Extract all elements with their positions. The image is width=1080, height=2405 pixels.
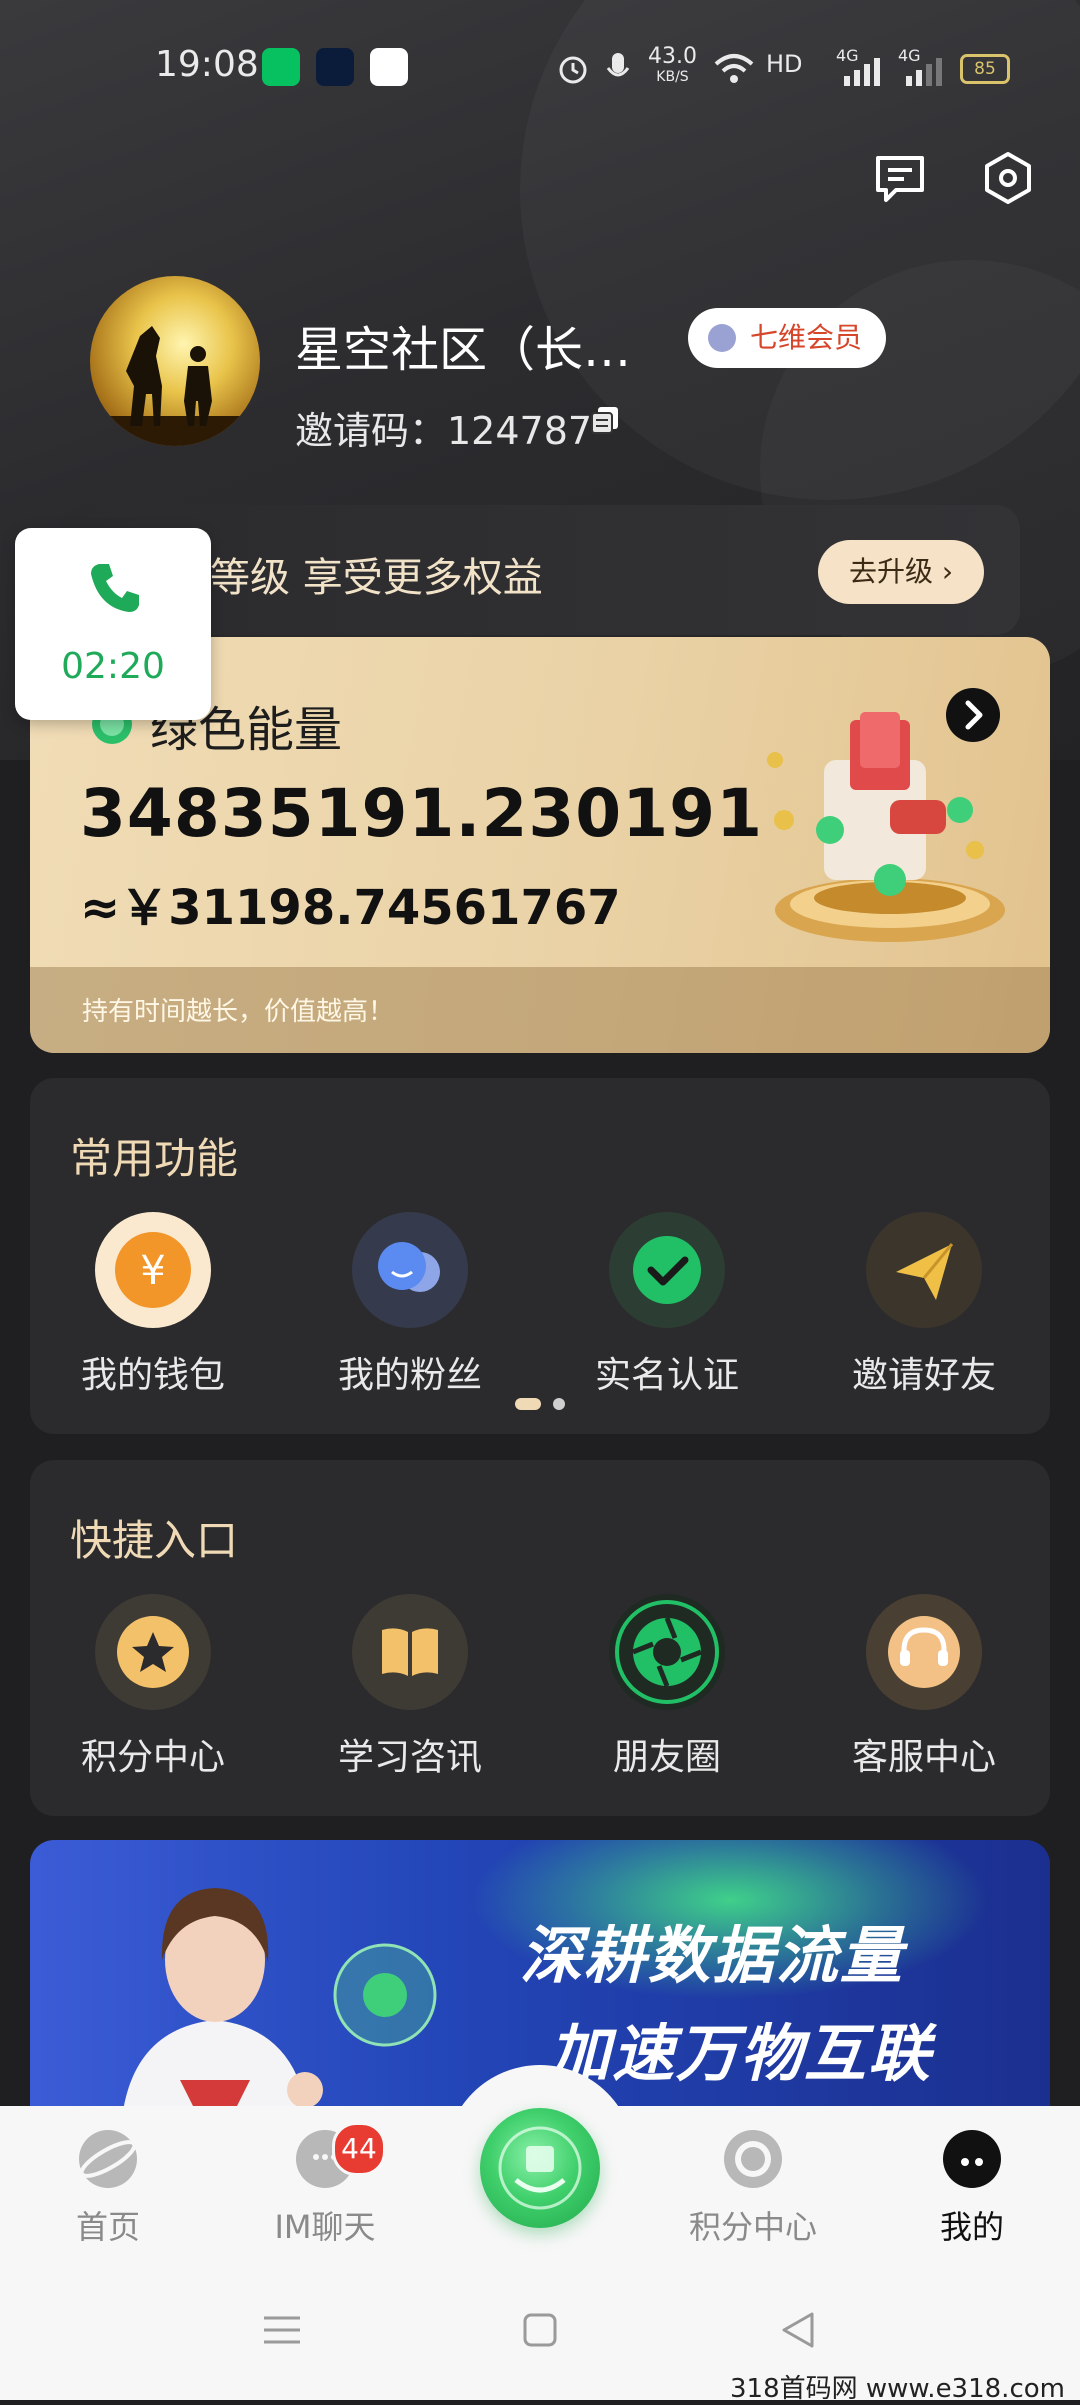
status-bar: 19:08 43.0 KB/S HD 4G 4G 85: [0, 0, 1080, 130]
banner-line-1: 深耕数据流量: [520, 1919, 905, 1992]
feature-label: 邀请好友: [851, 1355, 996, 1396]
svg-text:¥: ¥: [140, 1248, 165, 1294]
hd-indicator: HD: [766, 50, 803, 78]
feature-invite[interactable]: 邀请好友: [824, 1212, 1024, 1398]
username: 星空社区（长…: [295, 322, 632, 378]
tab-label: IM聊天: [274, 2208, 376, 2246]
menu-icon[interactable]: [262, 2312, 302, 2348]
quick-label: 朋友圈: [612, 1737, 721, 1778]
alarm-icon: [559, 56, 587, 84]
copy-icon[interactable]: [590, 405, 620, 435]
energy-footer-text: 持有时间越长，价值越高！: [82, 997, 395, 1027]
invite-code: 邀请码：124787: [295, 409, 593, 453]
quick-learning[interactable]: 学习咨讯: [310, 1594, 510, 1780]
wifi-icon: [714, 54, 754, 83]
signal-2-icon: [906, 58, 942, 86]
tab-profile[interactable]: 我的: [892, 2130, 1052, 2248]
invite-icon: [866, 1212, 982, 1328]
quick-entry-title: 快捷入口: [70, 1516, 239, 1565]
wechat-icon: [262, 48, 300, 86]
qq-icon: [370, 48, 408, 86]
center-app-icon[interactable]: [480, 2108, 600, 2228]
message-icon[interactable]: [872, 150, 928, 206]
net-speed: 43.0 KB/S: [648, 44, 697, 86]
wallet-illustration: [767, 712, 1005, 942]
member-badge[interactable]: 七维会员: [688, 308, 886, 368]
feature-label: 我的粉丝: [337, 1355, 482, 1396]
status-time: 19:08: [155, 44, 259, 85]
book-icon: [352, 1594, 468, 1710]
tab-label: 我的: [939, 2208, 1004, 2246]
quick-label: 客服中心: [851, 1737, 996, 1778]
energy-value: 34835191.230191: [80, 775, 763, 852]
profile-icon: [943, 2130, 1001, 2188]
feature-label: 我的钱包: [80, 1355, 225, 1396]
app-icon: [316, 48, 354, 86]
call-duration: 02:20: [61, 646, 165, 687]
headset-icon: [866, 1594, 982, 1710]
energy-footer: 持有时间越长，价值越高！: [30, 967, 1050, 1053]
battery-indicator: 85: [960, 54, 1010, 84]
tab-home[interactable]: 首页: [28, 2130, 188, 2248]
star-icon: [95, 1594, 211, 1710]
fans-icon: [352, 1212, 468, 1328]
page-dot-active: [515, 1398, 541, 1410]
moments-icon: [609, 1594, 725, 1710]
verify-icon: [609, 1212, 725, 1328]
quick-points[interactable]: 积分中心: [53, 1594, 253, 1780]
energy-rmb-value: ≈￥31198.74561767: [80, 880, 621, 936]
tab-label: 首页: [75, 2208, 140, 2246]
feature-wallet[interactable]: ¥ 我的钱包: [53, 1212, 253, 1398]
banner-person-image: [120, 1888, 323, 2150]
badge-icon: [708, 324, 736, 352]
avatar[interactable]: [90, 276, 260, 446]
chat-unread-badge: 44: [332, 2122, 386, 2176]
quick-label: 积分中心: [80, 1737, 225, 1778]
tab-label: 积分中心: [688, 2208, 817, 2246]
phone-icon: [91, 564, 139, 612]
back-nav-icon[interactable]: [778, 2310, 818, 2350]
feature-fans[interactable]: 我的粉丝: [310, 1212, 510, 1398]
banner-line-2: 加速万物互联: [548, 2017, 933, 2090]
settings-hex-icon[interactable]: [980, 150, 1036, 206]
upgrade-button[interactable]: 去升级 ›: [818, 540, 984, 604]
common-features-title: 常用功能: [70, 1134, 239, 1183]
quick-moments[interactable]: 朋友圈: [567, 1594, 767, 1780]
tab-points[interactable]: 积分中心: [673, 2130, 833, 2248]
planet-icon: [79, 2130, 137, 2188]
mic-icon: [606, 53, 630, 77]
call-float-window[interactable]: 02:20: [15, 528, 211, 720]
feature-verify[interactable]: 实名认证: [567, 1212, 767, 1398]
points-icon: [724, 2130, 782, 2188]
member-badge-label: 七维会员: [750, 321, 863, 354]
watermark-text: 318首码网 www.e318.com: [730, 2374, 1065, 2404]
quick-label: 学习咨讯: [337, 1737, 482, 1778]
avatar-silhouette: [90, 326, 260, 446]
quick-support[interactable]: 客服中心: [824, 1594, 1024, 1780]
home-nav-icon[interactable]: [522, 2312, 558, 2348]
wallet-icon: ¥: [95, 1212, 211, 1328]
feature-label: 实名认证: [594, 1355, 739, 1396]
signal-1-icon: [844, 58, 880, 86]
page-dot: [553, 1398, 565, 1410]
